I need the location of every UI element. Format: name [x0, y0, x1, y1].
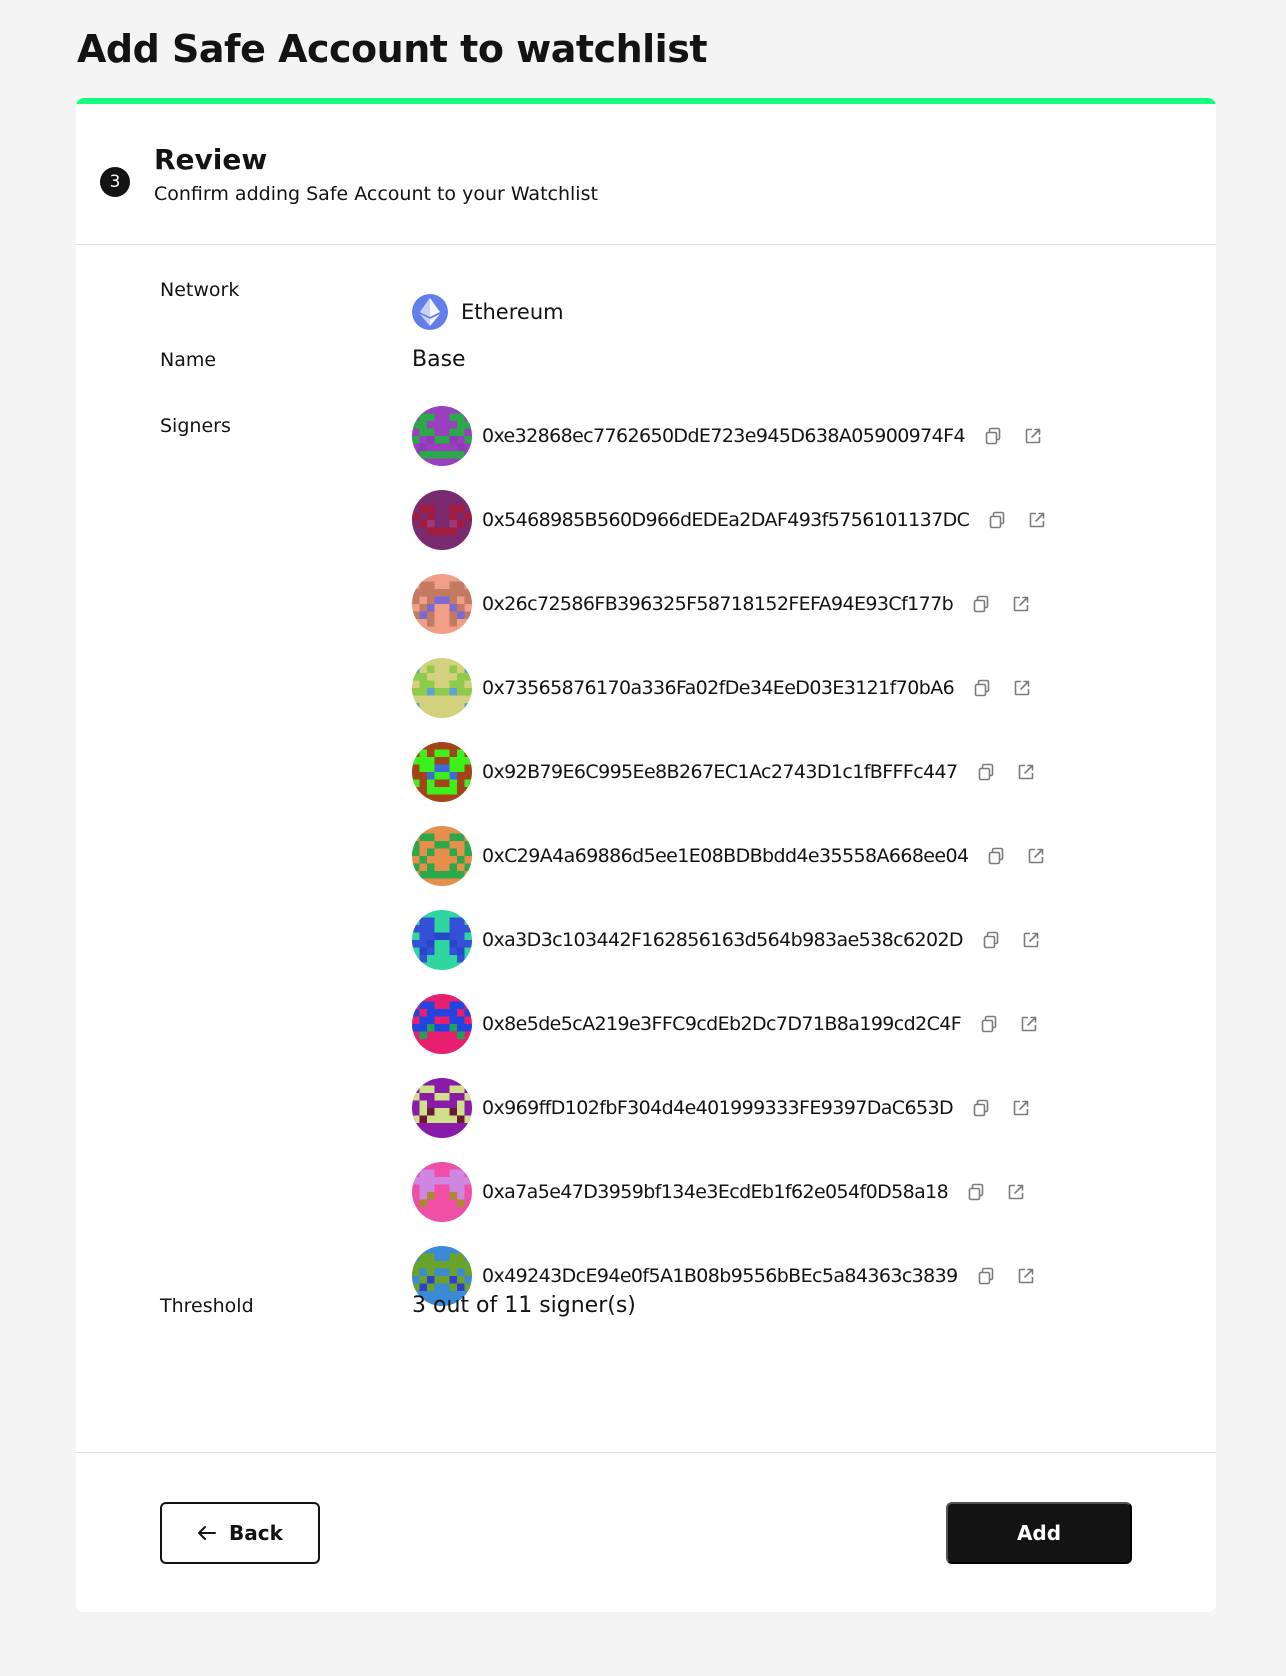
signer-avatar: [412, 994, 472, 1054]
copy-icon[interactable]: [967, 590, 995, 618]
signer-avatar: [412, 1162, 472, 1222]
external-link-icon[interactable]: [1002, 1178, 1030, 1206]
network-label: Network: [160, 279, 240, 301]
add-button-label: Add: [1016, 1521, 1062, 1545]
signer-address: 0x26c72586FB396325F58718152FEFA94E93Cf17…: [482, 593, 954, 615]
external-link-icon[interactable]: [1022, 842, 1050, 870]
arrow-left-icon: [197, 1525, 217, 1541]
signer-row: 0x26c72586FB396325F58718152FEFA94E93Cf17…: [412, 574, 1035, 634]
signer-row: 0x8e5de5cA219e3FFC9cdEb2Dc7D71B8a199cd2C…: [412, 994, 1043, 1054]
network-name: Ethereum: [461, 300, 564, 324]
name-label: Name: [160, 349, 217, 371]
ethereum-icon: [412, 294, 448, 330]
network-value: Ethereum: [412, 294, 564, 330]
copy-icon[interactable]: [967, 1094, 995, 1122]
signer-avatar: [412, 406, 472, 466]
external-link-icon[interactable]: [1012, 1262, 1040, 1290]
signer-row: 0x5468985B560D966dEDEa2DAF493f5756101137…: [412, 490, 1051, 550]
step-subtitle: Confirm adding Safe Account to your Watc…: [154, 183, 598, 205]
signer-address: 0x8e5de5cA219e3FFC9cdEb2Dc7D71B8a199cd2C…: [482, 1013, 962, 1035]
signer-row: 0xe32868ec7762650DdE723e945D638A05900974…: [412, 406, 1047, 466]
signer-avatar: [412, 742, 472, 802]
threshold-label: Threshold: [160, 1295, 254, 1317]
threshold-value: 3 out of 11 signer(s): [412, 1293, 636, 1318]
signer-row: 0x92B79E6C995Ee8B267EC1Ac2743D1c1fBFFFc4…: [412, 742, 1040, 802]
step-number-badge: 3: [100, 167, 130, 197]
copy-icon[interactable]: [979, 422, 1007, 450]
signer-address: 0xC29A4a69886d5ee1E08BDBbdd4e35558A668ee…: [482, 845, 969, 867]
signer-avatar: [412, 1078, 472, 1138]
signer-address: 0xa3D3c103442F162856163d564b983ae538c620…: [482, 929, 964, 951]
back-button-label: Back: [229, 1521, 283, 1545]
review-card: 3 Review Confirm adding Safe Account to …: [76, 98, 1216, 1612]
signers-label: Signers: [160, 415, 231, 437]
copy-icon[interactable]: [982, 842, 1010, 870]
signer-avatar: [412, 826, 472, 886]
signer-address: 0x49243DcE94e0f5A1B08b9556bBEc5a84363c38…: [482, 1265, 958, 1287]
copy-icon[interactable]: [975, 1010, 1003, 1038]
external-link-icon[interactable]: [1015, 1010, 1043, 1038]
external-link-icon[interactable]: [1017, 926, 1045, 954]
copy-icon[interactable]: [962, 1178, 990, 1206]
signer-address: 0xe32868ec7762650DdE723e945D638A05900974…: [482, 425, 966, 447]
signer-address: 0x73565876170a336Fa02fDe34EeD03E3121f70b…: [482, 677, 955, 699]
step-title: Review: [154, 143, 268, 176]
page-title: Add Safe Account to watchlist: [77, 27, 707, 71]
signer-address: 0x92B79E6C995Ee8B267EC1Ac2743D1c1fBFFFc4…: [482, 761, 958, 783]
signer-avatar: [412, 574, 472, 634]
step-header: 3 Review Confirm adding Safe Account to …: [76, 104, 1216, 245]
back-button[interactable]: Back: [160, 1502, 320, 1564]
copy-icon[interactable]: [983, 506, 1011, 534]
signer-avatar: [412, 490, 472, 550]
external-link-icon[interactable]: [1019, 422, 1047, 450]
signer-address: 0x5468985B560D966dEDEa2DAF493f5756101137…: [482, 509, 970, 531]
external-link-icon[interactable]: [1007, 1094, 1035, 1122]
copy-icon[interactable]: [977, 926, 1005, 954]
signer-address: 0xa7a5e47D3959bf134e3EcdEb1f62e054f0D58a…: [482, 1181, 949, 1203]
signer-row: 0x969ffD102fbF304d4e401999333FE9397DaC65…: [412, 1078, 1035, 1138]
copy-icon[interactable]: [968, 674, 996, 702]
signer-row: 0x73565876170a336Fa02fDe34EeD03E3121f70b…: [412, 658, 1036, 718]
signer-address: 0x969ffD102fbF304d4e401999333FE9397DaC65…: [482, 1097, 954, 1119]
signer-avatar: [412, 658, 472, 718]
external-link-icon[interactable]: [1023, 506, 1051, 534]
signer-row: 0xC29A4a69886d5ee1E08BDBbdd4e35558A668ee…: [412, 826, 1050, 886]
signer-row: 0xa7a5e47D3959bf134e3EcdEb1f62e054f0D58a…: [412, 1162, 1030, 1222]
signer-row: 0xa3D3c103442F162856163d564b983ae538c620…: [412, 910, 1045, 970]
copy-icon[interactable]: [972, 1262, 1000, 1290]
footer-divider: [76, 1452, 1216, 1453]
external-link-icon[interactable]: [1012, 758, 1040, 786]
add-button[interactable]: Add: [946, 1502, 1132, 1564]
copy-icon[interactable]: [972, 758, 1000, 786]
signer-avatar: [412, 910, 472, 970]
name-value: Base: [412, 347, 466, 372]
external-link-icon[interactable]: [1007, 590, 1035, 618]
external-link-icon[interactable]: [1008, 674, 1036, 702]
